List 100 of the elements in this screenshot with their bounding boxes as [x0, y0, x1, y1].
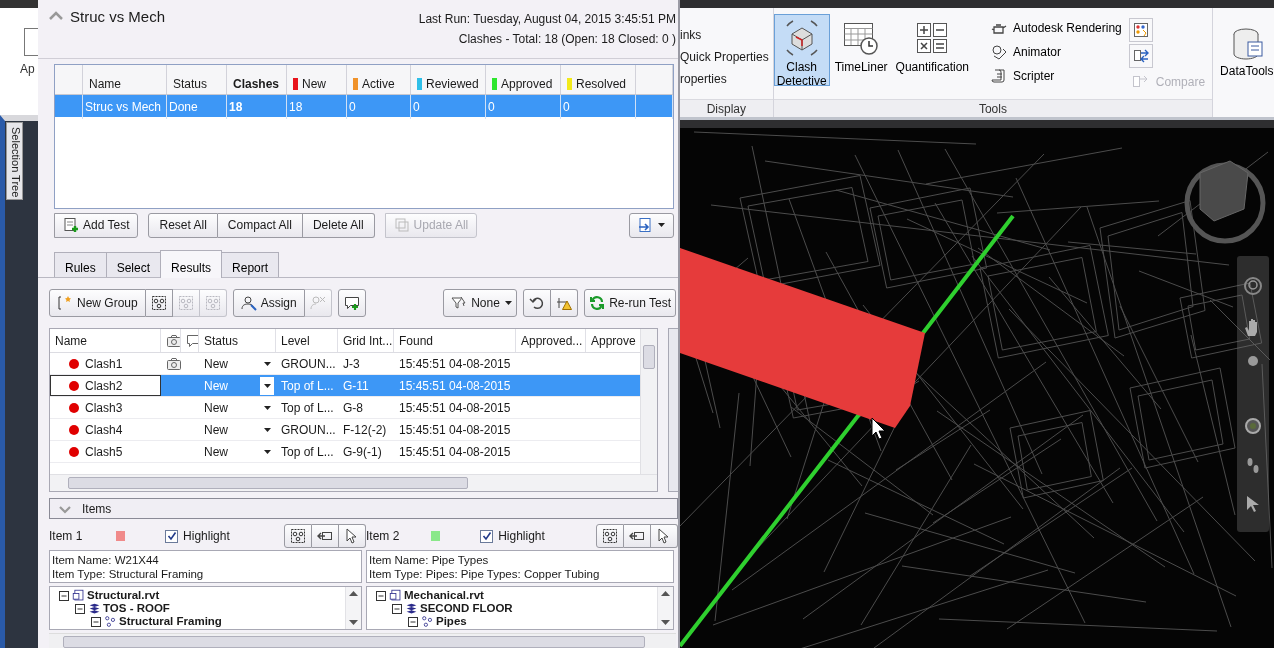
group-label: Tools [773, 99, 1213, 117]
new-group-button[interactable]: New Group [49, 289, 146, 317]
ribbon-link[interactable]: Quick Properties [680, 50, 769, 64]
action-button[interactable]: Compact All [217, 212, 303, 238]
horizontal-scrollbar[interactable] [49, 633, 676, 648]
tree-node-label: TOS - ROOF [103, 602, 170, 615]
scroll-up-arrow-icon[interactable] [349, 591, 358, 596]
assign-button[interactable]: Assign [232, 289, 305, 317]
ribbon-tool-button[interactable]: Scripter [988, 64, 1125, 88]
column-header: Resolved [576, 76, 627, 91]
scroll-up-arrow-icon[interactable] [661, 591, 670, 596]
checkmark-icon [481, 531, 492, 541]
ribbon-link[interactable]: roperties [680, 72, 727, 86]
status-dropdown[interactable]: New [199, 353, 276, 374]
caret-icon [262, 425, 272, 434]
swap-icon [1132, 48, 1149, 64]
select-button[interactable] [651, 524, 678, 548]
table-cell-text: 15:45:51 04-08-2015 [398, 421, 512, 439]
column-header: Grid Int... [338, 329, 394, 352]
comment-button[interactable] [337, 289, 366, 317]
tab[interactable]: Rules [54, 252, 107, 277]
action-button[interactable]: Add Test [54, 212, 139, 238]
undo-button[interactable] [523, 289, 552, 317]
table-cell-text: G-9(-1) [342, 443, 383, 461]
column-header: Clashes [227, 65, 287, 94]
column-header: Approved [501, 76, 553, 91]
column-header: Name [83, 65, 167, 94]
clash-name: Clash1 [85, 356, 123, 371]
status-dropdown[interactable]: New [199, 419, 276, 440]
group-action-button[interactable] [145, 289, 173, 317]
clash-name-cell[interactable]: Clash4 [50, 419, 161, 440]
status-dropdown[interactable]: New [199, 397, 276, 418]
select-button[interactable] [339, 524, 366, 548]
group-label: Display [680, 99, 773, 117]
ribbon-tool-button[interactable]: Animator [988, 40, 1125, 64]
table-cell: 18 [287, 95, 347, 119]
tab[interactable]: Results [160, 250, 223, 278]
app-button[interactable] [24, 28, 38, 56]
group-action-button[interactable] [596, 524, 624, 548]
group-action-button[interactable] [284, 524, 312, 548]
vertical-scrollbar[interactable] [657, 587, 673, 629]
data-tools-button[interactable]: DataTools [1213, 22, 1274, 82]
clash-name-cell[interactable]: Clash5 [50, 441, 161, 462]
appearance-profiler-button[interactable] [1128, 18, 1153, 42]
clash-name-cell[interactable]: Clash3 [50, 397, 161, 418]
group-icon [204, 295, 221, 311]
return-button[interactable] [312, 524, 339, 548]
table-cell-text: 15:45:51 04-08-2015 [398, 399, 512, 417]
category-icon [104, 615, 117, 628]
new-group-icon [57, 295, 73, 311]
table-cell-text: Top of L... [280, 443, 335, 461]
person-remove-icon [309, 295, 326, 311]
table-cell: 0 [411, 95, 486, 119]
clash-name-cell[interactable]: Clash1 [50, 353, 161, 374]
items-section-header[interactable]: Items [49, 498, 678, 519]
table-cell: 0 [561, 95, 636, 119]
caret-icon [262, 447, 272, 456]
tab[interactable]: Report [221, 252, 280, 277]
highlight-checkbox[interactable]: Highlight [165, 529, 284, 543]
table-cell: 18 [227, 95, 287, 119]
tree-node-label: Mechanical.rvt [404, 589, 484, 602]
comment-icon [186, 332, 198, 349]
table-cell-text: 15:45:51 04-08-2015 [398, 377, 512, 395]
table-cell-text: Top of L... [280, 377, 335, 395]
warning-button[interactable] [551, 289, 579, 317]
last-run-text: Last Run: Tuesday, August 04, 2015 3:45:51 PM [418, 12, 676, 26]
tree-node-label: Structural Framing [119, 615, 222, 628]
rerun-test-button[interactable]: Re-run Test [584, 289, 676, 317]
horizontal-scrollbar[interactable] [50, 474, 657, 491]
caret-icon [262, 359, 272, 368]
action-button[interactable]: Reset All [148, 212, 218, 238]
ribbon-tool-button[interactable]: Clash Detective [773, 14, 830, 86]
ribbon-tool-button[interactable]: Quantification [892, 14, 972, 86]
camera-icon [166, 332, 180, 349]
ribbon-tool-button[interactable]: TimeLiner [831, 14, 891, 86]
ribbon-link[interactable]: inks [680, 28, 702, 42]
ribbon-tool-button[interactable]: Autodesk Rendering [988, 16, 1125, 40]
batch-utility-button[interactable] [1128, 44, 1153, 68]
status-dropdown[interactable]: New [199, 441, 276, 462]
vertical-scrollbar[interactable] [640, 329, 657, 474]
scroll-down-arrow-icon[interactable] [349, 620, 358, 625]
group-icon [177, 295, 194, 311]
item-detail-text: Item Name: Pipe Types [369, 553, 490, 567]
action-button[interactable]: Delete All [302, 212, 375, 238]
scroll-down-arrow-icon[interactable] [661, 620, 670, 625]
clash-name-cell[interactable]: Clash2 [50, 375, 161, 396]
highlight-checkbox[interactable]: Highlight [480, 529, 596, 543]
level-icon [88, 602, 101, 615]
export-dropdown-button[interactable] [629, 212, 674, 238]
app-button-label: Ap [20, 62, 36, 76]
table-cell-text: 15:45:51 04-08-2015 [398, 355, 512, 373]
animator-icon [991, 44, 1007, 60]
table-cell-text: 15:45:51 04-08-2015 [398, 443, 512, 461]
return-button[interactable] [624, 524, 651, 548]
filter-dropdown[interactable]: None [443, 289, 518, 317]
filter-icon [451, 295, 468, 311]
tab[interactable]: Select [105, 252, 162, 277]
caret-icon [262, 381, 272, 390]
vertical-scrollbar[interactable] [345, 587, 361, 629]
selection-tree-tab[interactable]: Selection Tree [6, 122, 23, 200]
